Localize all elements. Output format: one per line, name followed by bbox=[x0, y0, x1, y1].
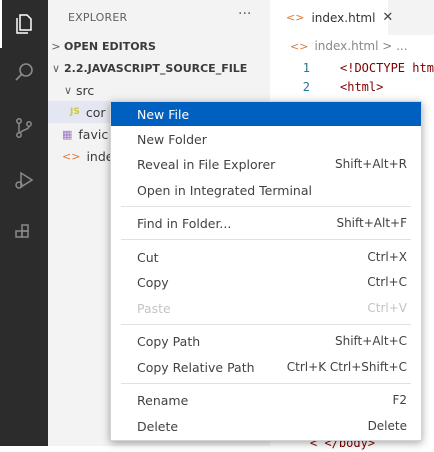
html-file-icon: <> bbox=[286, 11, 304, 24]
menu-item-new-folder[interactable]: New Folder bbox=[111, 127, 421, 151]
menu-item-paste: Paste Ctrl+V bbox=[111, 296, 421, 320]
activity-bar bbox=[0, 0, 48, 446]
menu-item-reveal[interactable]: Reveal in File Explorer Shift+Alt+R bbox=[111, 152, 421, 176]
menu-item-copy[interactable]: Copy Ctrl+C bbox=[111, 270, 421, 294]
code-line: 2 <html> bbox=[270, 77, 383, 96]
tab-index-html[interactable]: <> index.html ✕ bbox=[270, 0, 388, 35]
chevron-down-icon: ∨ bbox=[48, 62, 64, 75]
menu-item-rename[interactable]: Rename F2 bbox=[111, 388, 421, 412]
html-file-icon: <> bbox=[62, 150, 80, 163]
menu-item-new-file[interactable]: New File bbox=[111, 102, 421, 126]
more-actions-icon[interactable]: ··· bbox=[238, 6, 251, 22]
tree-item-favicon[interactable]: ▦ favic bbox=[62, 123, 108, 145]
project-label: 2.2.JAVASCRIPT_SOURCE_FILE bbox=[64, 62, 247, 75]
explorer-icon[interactable] bbox=[0, 0, 48, 48]
chevron-down-icon: ∨ bbox=[60, 84, 76, 97]
extensions-icon[interactable] bbox=[0, 208, 48, 256]
menu-item-delete[interactable]: Delete Delete bbox=[111, 414, 421, 438]
menu-item-copy-path[interactable]: Copy Path Shift+Alt+C bbox=[111, 329, 421, 353]
html-file-icon: <> bbox=[290, 40, 308, 53]
editor-tab-bar: <> index.html ✕ bbox=[270, 0, 434, 35]
close-icon[interactable]: ✕ bbox=[382, 10, 393, 25]
source-control-icon[interactable] bbox=[0, 104, 48, 152]
code-text: <!DOCTYPE htm bbox=[340, 61, 434, 75]
tree-item-src[interactable]: ∨ src bbox=[60, 79, 94, 101]
context-menu: New File New Folder Reveal in File Explo… bbox=[110, 101, 422, 441]
menu-item-find-in-folder[interactable]: Find in Folder... Shift+Alt+F bbox=[111, 211, 421, 235]
menu-item-cut[interactable]: Cut Ctrl+X bbox=[111, 245, 421, 269]
menu-separator bbox=[121, 206, 411, 207]
image-file-icon: ▦ bbox=[62, 128, 72, 141]
menu-separator bbox=[121, 324, 411, 325]
chevron-right-icon: > bbox=[48, 40, 64, 53]
tab-label: index.html bbox=[311, 11, 375, 25]
js-file-icon: JS bbox=[70, 107, 80, 117]
project-section[interactable]: ∨ 2.2.JAVASCRIPT_SOURCE_FILE bbox=[48, 57, 270, 79]
search-icon[interactable] bbox=[0, 48, 48, 96]
line-number: 1 bbox=[270, 61, 340, 75]
open-editors-label: OPEN EDITORS bbox=[64, 40, 156, 53]
menu-separator bbox=[121, 383, 411, 384]
run-debug-icon[interactable] bbox=[0, 156, 48, 204]
code-text: <html> bbox=[340, 80, 383, 94]
open-editors-section[interactable]: > OPEN EDITORS bbox=[48, 35, 270, 57]
menu-item-open-terminal[interactable]: Open in Integrated Terminal bbox=[111, 178, 421, 202]
code-line: 1 <!DOCTYPE htm bbox=[270, 58, 434, 77]
sidebar-title: EXPLORER bbox=[68, 11, 127, 24]
menu-separator bbox=[121, 239, 411, 240]
menu-item-copy-relative-path[interactable]: Copy Relative Path Ctrl+K Ctrl+Shift+C bbox=[111, 355, 421, 379]
line-number: 2 bbox=[270, 80, 340, 94]
breadcrumb[interactable]: <> index.html > ... bbox=[270, 35, 434, 57]
